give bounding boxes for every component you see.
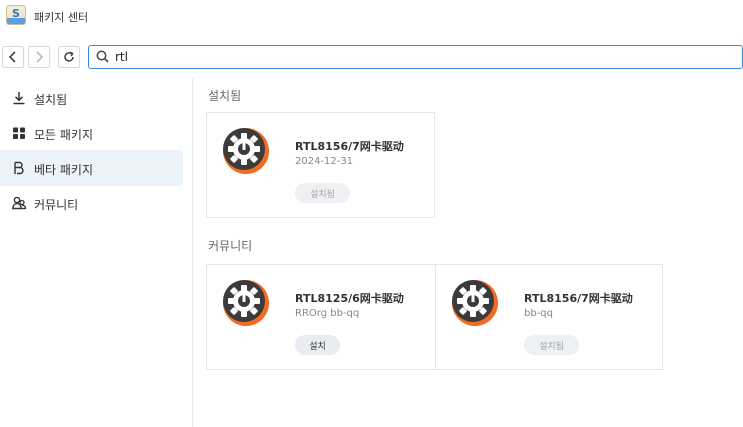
package-name: RTL8156/7网卡驱动 [524, 292, 633, 305]
sidebar-item-all-packages[interactable]: 모든 패키지 [0, 115, 183, 151]
installed-status-button: 설치됨 [295, 183, 350, 203]
refresh-icon [64, 51, 74, 62]
installed-section-title: 설치됨 [208, 89, 242, 103]
package-center-icon: S [6, 5, 26, 25]
community-section-title: 커뮤니티 [208, 239, 253, 253]
sidebar-item-beta[interactable]: 베타 패키지 [0, 150, 183, 186]
driver-gear-icon [223, 128, 269, 174]
package-author: bb-qq [524, 308, 553, 319]
download-icon [13, 92, 25, 105]
package-name: RTL8156/7网卡驱动 [295, 140, 404, 153]
community-card-panel: RTL8125/6网卡驱动 RROrg bb-qq 설치 RTL8156/7网卡… [206, 264, 663, 370]
sidebar-item-label: 베타 패키지 [34, 163, 94, 177]
installed-status-button: 설치됨 [524, 335, 579, 355]
installed-card-panel: RTL8156/7网卡驱动 2024-12-31 설치됨 [206, 112, 435, 218]
package-author: RROrg bb-qq [295, 308, 360, 319]
beta-icon [14, 161, 24, 175]
package-card[interactable]: RTL8156/7网卡驱动 bb-qq 설치됨 [436, 265, 663, 369]
package-card[interactable]: RTL8156/7网卡驱动 2024-12-31 설치됨 [207, 113, 435, 217]
sidebar-divider [192, 78, 193, 427]
search-icon [96, 50, 109, 63]
toolbar [0, 43, 743, 73]
sidebar-item-label: 모든 패키지 [34, 128, 94, 142]
grid-icon [13, 127, 25, 139]
chevron-left-icon [8, 51, 16, 63]
chevron-right-icon [36, 51, 44, 63]
sidebar-item-community[interactable]: 커뮤니티 [0, 185, 183, 221]
sidebar-item-label: 커뮤니티 [34, 198, 79, 212]
refresh-button[interactable] [58, 46, 80, 68]
search-box[interactable] [88, 45, 743, 69]
package-card[interactable]: RTL8125/6网卡驱动 RROrg bb-qq 설치 [207, 265, 435, 369]
search-input[interactable] [115, 48, 715, 66]
driver-gear-icon [452, 280, 498, 326]
sidebar: 설치됨 모든 패키지 베타 패키지 커뮤니티 [0, 78, 192, 427]
sidebar-item-label: 설치됨 [34, 93, 68, 107]
community-icon [12, 196, 27, 210]
driver-gear-icon [223, 280, 269, 326]
sidebar-item-installed[interactable]: 설치됨 [0, 80, 183, 116]
window-title: 패키지 센터 [34, 11, 89, 24]
back-button[interactable] [2, 46, 24, 68]
package-date: 2024-12-31 [295, 156, 354, 167]
package-name: RTL8125/6网卡驱动 [295, 292, 404, 305]
install-button[interactable]: 설치 [295, 335, 340, 355]
title-bar: S 패키지 센터 [0, 0, 743, 32]
forward-button[interactable] [28, 46, 50, 68]
